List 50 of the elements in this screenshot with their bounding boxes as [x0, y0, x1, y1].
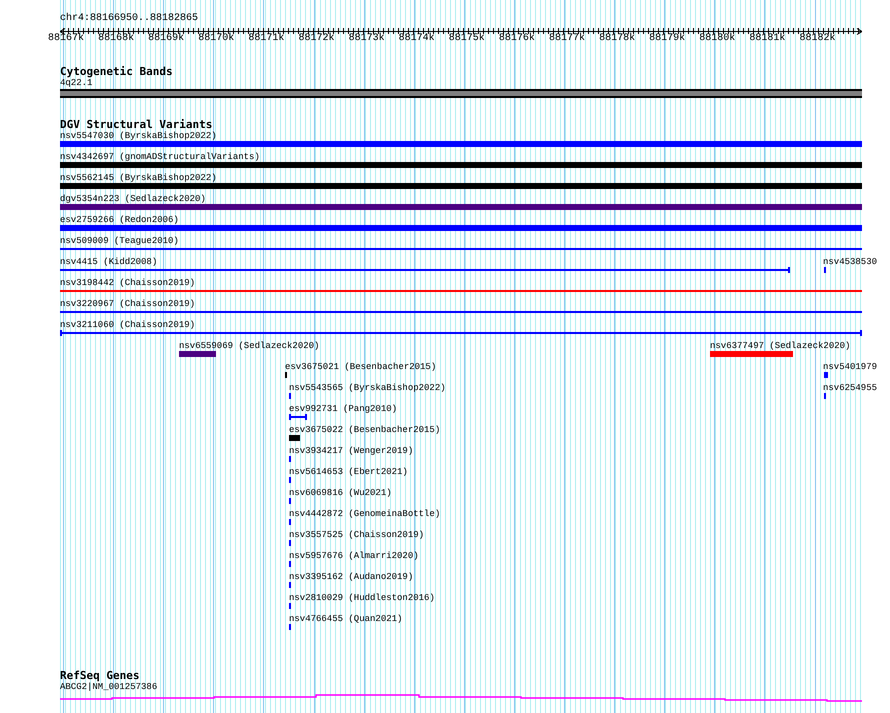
feature-label: nsv5957676 (Almarri2020) — [289, 551, 419, 561]
feature-label: nsv6254955 — [823, 383, 878, 393]
tick-label: 88177k — [549, 34, 585, 44]
feature-label: nsv6559069 (Sedlazeck2020) — [179, 341, 320, 351]
tick-label: 88170k — [198, 34, 234, 44]
feature-label: nsv3211060 (Chaisson2019) — [60, 320, 196, 330]
feature-label: nsv5562145 (ByrskaBishop2022) — [60, 173, 217, 183]
tick-label: 88174k — [398, 34, 435, 44]
tick-label: 88176k — [498, 34, 535, 44]
feature-label: nsv4342697 (gnomADStructuralVariants) — [60, 152, 260, 162]
tick-label: 88168k — [98, 34, 134, 44]
feature-label: nsv4415 (Kidd2008) — [60, 257, 158, 267]
tick-label: 88178k — [599, 34, 636, 44]
feature-label: ABCG2|NM_001257386 — [60, 682, 158, 692]
feature-label: nsv4442872 (GenomeinaBottle) — [289, 509, 440, 519]
feature-label: nsv5401979 — [823, 362, 878, 372]
feature-label: nsv4766455 (Quan2021) — [289, 614, 402, 624]
track-title: DGV Structural Variants — [60, 118, 212, 131]
tick-label: 88172k — [298, 34, 334, 44]
track-title: RefSeq Genes — [60, 669, 140, 682]
feature-label: nsv3395162 (Audano2019) — [289, 572, 414, 582]
feature-label: nsv3557525 (Chaisson2019) — [289, 530, 424, 540]
feature-label: esv2759266 (Redon2006) — [60, 215, 179, 225]
tick-label: 88179k — [649, 34, 686, 44]
feature-label: nsv6069816 (Wu2021) — [289, 488, 392, 498]
track-title: Cytogenetic Bands — [60, 65, 173, 78]
tick-label: 88167k — [48, 34, 84, 44]
tick-label: 88171k — [248, 34, 284, 44]
feature-label: nsv3220967 (Chaisson2019) — [60, 299, 196, 309]
feature-label: 4q22.1 — [60, 78, 92, 88]
feature-label: nsv3934217 (Wenger2019) — [289, 446, 414, 456]
tick-label: 88180k — [699, 34, 736, 44]
tick-label: 88173k — [348, 34, 385, 44]
feature-label: dgv5354n223 (Sedlazeck2020) — [60, 194, 206, 204]
feature-label: esv3675022 (Besenbacher2015) — [289, 425, 440, 435]
feature-label: nsv509009 (Teague2010) — [60, 236, 179, 246]
feature-label: nsv4538530 — [823, 257, 878, 267]
feature-label: nsv2810029 (Huddleston2016) — [289, 593, 435, 603]
tick-label: 88169k — [148, 34, 184, 44]
feature-label: nsv5547030 (ByrskaBishop2022) — [60, 131, 217, 141]
location-label: chr4:88166950..88182865 — [60, 14, 198, 24]
feature-label: nsv5614653 (Ebert2021) — [289, 467, 408, 477]
tick-label: 88181k — [749, 34, 786, 44]
feature-label: nsv6377497 (Sedlazeck2020) — [710, 341, 850, 351]
feature-label: esv992731 (Pang2010) — [289, 404, 398, 414]
feature-label: esv3675021 (Besenbacher2015) — [285, 362, 436, 372]
feature-label: nsv3198442 (Chaisson2019) — [60, 278, 196, 288]
tick-label: 88182k — [800, 34, 836, 44]
feature-label: nsv5543565 (ByrskaBishop2022) — [289, 383, 446, 393]
tick-label: 88175k — [448, 34, 485, 44]
